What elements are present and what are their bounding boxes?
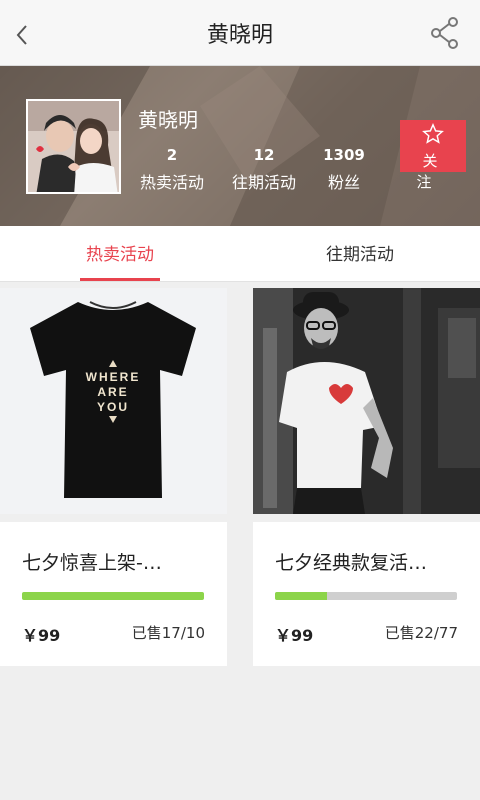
tab-past-activities[interactable]: 往期活动 <box>240 226 480 282</box>
activity-tabs: 热卖活动 往期活动 <box>0 226 480 282</box>
product-price: ￥99 <box>22 626 61 645</box>
sold-count: 已售17/10 <box>131 624 205 642</box>
shirt-text-line: ARE <box>97 385 129 399</box>
tab-hot-activities[interactable]: 热卖活动 <box>0 226 240 282</box>
product-title: 七夕惊喜上架-… <box>22 552 162 574</box>
product-card[interactable]: WHERE ARE YOU 七夕惊喜上架-… ￥99 已售17/10 <box>0 288 227 666</box>
stat-label: 粉丝 <box>327 173 360 192</box>
stat-label: 热卖活动 <box>139 173 204 192</box>
avatar[interactable] <box>26 99 121 194</box>
stat-fans[interactable]: 1309 粉丝 <box>320 146 368 193</box>
star-outline-icon <box>422 123 444 144</box>
model-photo <box>253 288 480 514</box>
page-title: 黄晓明 <box>206 23 273 48</box>
share-icon <box>431 17 458 49</box>
product-image <box>253 288 480 514</box>
stat-hot-activities[interactable]: 2 热卖活动 <box>137 146 207 193</box>
product-title: 七夕经典款复活… <box>275 552 428 574</box>
follow-label: 关注 <box>416 152 456 191</box>
active-tab-indicator <box>80 278 160 281</box>
progress-fill <box>275 592 328 600</box>
shirt-print-text: WHERE ARE YOU <box>64 370 162 415</box>
profile-banner: 黄晓明 2 热卖活动 12 往期活动 1309 粉丝 关注 <box>0 66 480 226</box>
stat-value: 2 <box>166 146 178 164</box>
sales-progress-bar <box>275 592 457 600</box>
shirt-text-line: WHERE <box>85 370 141 384</box>
product-price: ￥99 <box>275 626 314 645</box>
stat-past-activities[interactable]: 12 往期活动 <box>229 146 299 193</box>
top-bar: 黄晓明 <box>0 0 480 66</box>
avatar-photo <box>28 101 119 192</box>
card-divider <box>253 514 480 522</box>
follow-button[interactable]: 关注 <box>400 120 466 191</box>
profile-name: 黄晓明 <box>138 108 198 132</box>
card-divider <box>0 514 227 522</box>
shirt-text-line: YOU <box>96 400 129 414</box>
stat-label: 往期活动 <box>231 173 296 192</box>
sold-count: 已售22/77 <box>384 624 458 642</box>
share-button[interactable] <box>430 16 460 50</box>
product-image: WHERE ARE YOU <box>0 288 227 514</box>
product-card[interactable]: 七夕经典款复活… ￥99 已售22/77 <box>253 288 480 666</box>
progress-fill <box>22 592 204 600</box>
sales-progress-bar <box>22 592 204 600</box>
stat-value: 1309 <box>323 146 365 164</box>
stat-value: 12 <box>253 146 275 164</box>
